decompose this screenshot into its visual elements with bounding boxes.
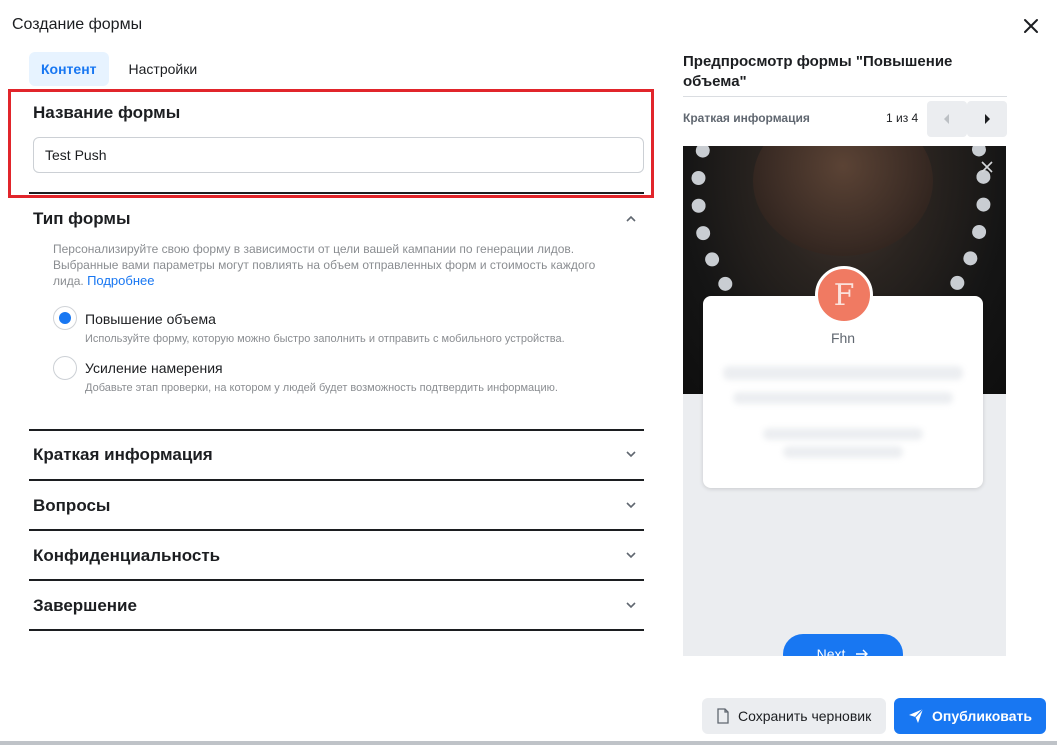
radio-higher-intent[interactable] — [53, 356, 77, 380]
caret-right-icon — [985, 114, 990, 124]
tab-bar: Контент Настройки — [29, 52, 209, 86]
save-draft-label: Сохранить черновик — [738, 708, 872, 724]
next-button[interactable]: Next — [783, 634, 903, 656]
form-name-label: Название формы — [33, 103, 181, 122]
save-draft-button[interactable]: Сохранить черновик — [702, 698, 886, 734]
chevron-down-icon[interactable] — [624, 598, 638, 612]
next-label: Next — [816, 646, 846, 656]
page-counter: 1 из 4 — [886, 111, 919, 125]
chevron-down-icon[interactable] — [624, 548, 638, 562]
create-form-dialog: Создание формы Контент Настройки Названи… — [0, 0, 1057, 745]
page-avatar: F — [815, 266, 873, 324]
window-edge — [0, 741, 1057, 745]
close-icon[interactable] — [1019, 14, 1043, 38]
form-name-input[interactable] — [33, 137, 644, 173]
divider — [29, 192, 644, 194]
page-name: Fhn — [830, 330, 856, 346]
section-completion[interactable]: Завершение — [33, 596, 137, 616]
section-questions[interactable]: Вопросы — [33, 496, 110, 516]
section-intro[interactable]: Краткая информация — [33, 445, 213, 465]
form-preview: F Fhn Next — [683, 146, 1006, 656]
chevron-down-icon[interactable] — [624, 498, 638, 512]
radio-more-volume[interactable] — [53, 306, 77, 330]
option-description: Используйте форму, которую можно быстро … — [85, 333, 565, 345]
preview-title: Предпросмотр формы "Повышение объема" — [683, 53, 953, 90]
divider — [29, 429, 644, 431]
preview-section-name: Краткая информация — [683, 111, 810, 125]
prev-page-button[interactable] — [927, 101, 967, 137]
chevron-down-icon[interactable] — [624, 447, 638, 461]
divider — [683, 96, 1007, 97]
divider — [29, 529, 644, 531]
intro-card: F Fhn — [703, 266, 983, 488]
option-label: Повышение объема — [85, 311, 216, 327]
publish-label: Опубликовать — [932, 708, 1032, 724]
chevron-up-icon[interactable] — [624, 212, 638, 226]
arrow-right-icon — [856, 649, 869, 656]
divider — [29, 579, 644, 581]
caret-left-icon — [944, 114, 949, 124]
form-type-title: Тип формы — [33, 209, 131, 228]
option-description: Добавьте этап проверки, на котором у люд… — [85, 382, 558, 394]
divider — [29, 629, 644, 631]
learn-more-link[interactable]: Подробнее — [87, 273, 154, 288]
form-type-description: Персонализируйте свою форму в зависимост… — [53, 241, 613, 289]
dialog-title: Создание формы — [12, 16, 143, 33]
publish-button[interactable]: Опубликовать — [894, 698, 1046, 734]
tab-content[interactable]: Контент — [29, 52, 109, 86]
section-privacy[interactable]: Конфиденциальность — [33, 546, 220, 566]
option-label: Усиление намерения — [85, 360, 223, 376]
close-icon[interactable] — [980, 160, 994, 174]
next-page-button[interactable] — [967, 101, 1007, 137]
tab-settings[interactable]: Настройки — [117, 52, 210, 86]
document-icon — [717, 708, 729, 724]
divider — [29, 479, 644, 481]
avatar-letter: F — [833, 277, 855, 313]
send-icon — [909, 708, 924, 723]
